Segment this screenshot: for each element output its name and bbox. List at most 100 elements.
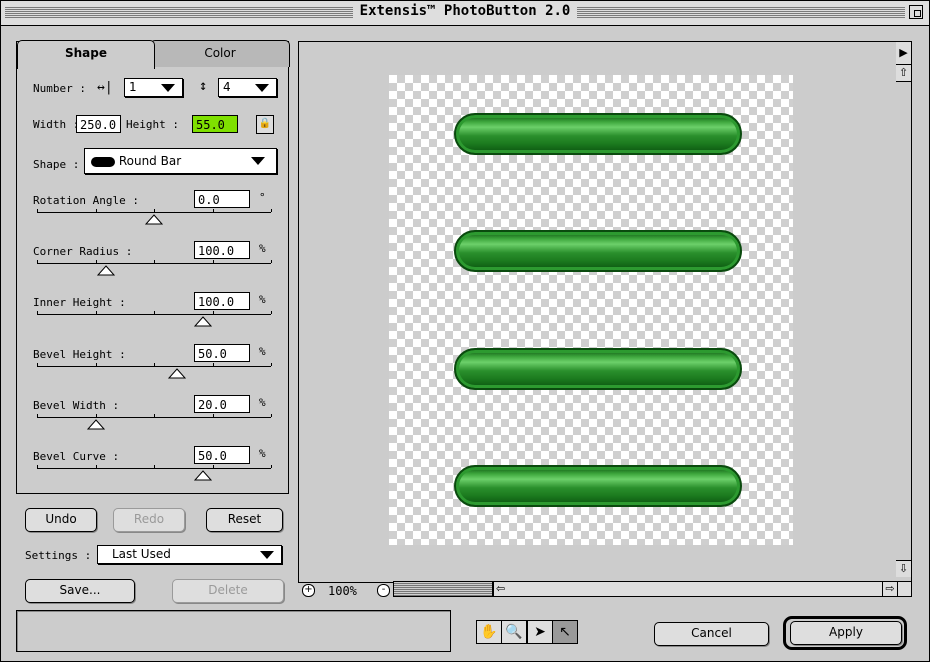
width-label: Width : — [33, 118, 80, 131]
move-icon[interactable]: ➤ — [527, 620, 553, 644]
slider-tick — [37, 260, 38, 263]
slider-tick — [271, 363, 272, 366]
param-value-field[interactable]: 0.0 — [194, 190, 250, 208]
param-unit: ° — [259, 191, 266, 204]
apply-button[interactable]: Apply — [790, 621, 902, 645]
zoom-scroll-thumb[interactable] — [393, 581, 493, 597]
shape-popup[interactable]: Round Bar — [84, 148, 277, 174]
reset-button[interactable]: Reset — [206, 508, 283, 532]
slider-tick — [213, 260, 214, 263]
status-box — [16, 610, 451, 652]
arrow-pointer-icon[interactable]: ↖ — [552, 620, 578, 644]
horizontal-scrollbar[interactable]: ⇦ — [493, 581, 883, 597]
save-button[interactable]: Save... — [25, 579, 135, 603]
preview-button-1 — [454, 113, 742, 155]
chevron-down-icon — [161, 84, 175, 92]
delete-button[interactable]: Delete — [172, 579, 284, 603]
scroll-left-arrow-icon[interactable]: ⇦ — [496, 582, 505, 595]
vertical-count-value: 4 — [223, 80, 231, 94]
param-unit: % — [259, 345, 266, 358]
settings-popup[interactable]: Last Used — [97, 545, 282, 564]
horizontal-count-popup[interactable]: 1 — [124, 78, 183, 97]
param-unit: % — [259, 396, 266, 409]
slider-thumb-icon[interactable] — [167, 368, 187, 382]
slider-tick — [213, 209, 214, 212]
zoom-out-icon[interactable]: - — [377, 584, 390, 597]
slider-tick — [154, 260, 155, 263]
slider-tick — [271, 311, 272, 314]
slider-tick — [37, 363, 38, 366]
chevron-down-icon — [255, 84, 269, 92]
slider-track[interactable] — [37, 468, 271, 469]
vertical-count-popup[interactable]: 4 — [218, 78, 277, 97]
tab-color-label: Color — [204, 46, 236, 60]
slider-tick — [213, 311, 214, 314]
zoom-in-icon[interactable]: + — [302, 584, 315, 597]
shape-value: Round Bar — [118, 154, 182, 168]
width-field[interactable]: 250.0 — [76, 115, 121, 133]
slider-thumb-icon[interactable] — [96, 265, 116, 279]
slider-thumb-icon[interactable] — [144, 214, 164, 228]
slider-track[interactable] — [37, 366, 271, 367]
number-label: Number : — [33, 82, 86, 95]
cancel-button[interactable]: Cancel — [654, 622, 769, 646]
title-bar[interactable]: Extensis™ PhotoButton 2.0 — [1, 1, 929, 26]
param-unit: % — [259, 293, 266, 306]
param-unit: % — [259, 447, 266, 460]
zoom-level: 100% — [328, 584, 357, 598]
preview-button-3 — [454, 348, 742, 390]
shape-label: Shape : — [33, 158, 80, 171]
slider-tick — [37, 311, 38, 314]
tab-shape-label: Shape — [64, 46, 107, 60]
slider-track[interactable] — [37, 263, 271, 264]
param-value-field[interactable]: 20.0 — [194, 395, 250, 413]
vertical-count-icon: ↕ — [199, 78, 208, 94]
param-value-field[interactable]: 100.0 — [194, 292, 250, 310]
vertical-scrollbar[interactable]: ▶ ⇧ ⇩ — [896, 41, 912, 583]
settings-label: Settings : — [25, 549, 92, 562]
preview-button-2 — [454, 230, 742, 272]
slider-tick — [154, 363, 155, 366]
horizontal-count-icon: ↔| — [97, 80, 113, 95]
param-label: Inner Height : — [33, 296, 126, 309]
param-label: Bevel Width : — [33, 399, 120, 412]
slider-tick — [154, 414, 155, 417]
param-label: Bevel Height : — [33, 348, 126, 361]
play-triangle-icon[interactable]: ▶ — [896, 42, 911, 65]
resize-corner-icon[interactable] — [897, 581, 912, 597]
slider-thumb-icon[interactable] — [193, 316, 213, 330]
hand-icon[interactable]: ✋ — [476, 620, 502, 644]
round-bar-icon — [91, 156, 115, 167]
scroll-down-arrow-icon[interactable]: ⇩ — [896, 560, 911, 577]
slider-track[interactable] — [37, 417, 271, 418]
horizontal-count-value: 1 — [129, 80, 137, 94]
slider-tick — [37, 209, 38, 212]
shape-panel — [16, 41, 289, 494]
slider-tick — [271, 414, 272, 417]
tab-color[interactable]: Color — [150, 40, 290, 67]
slider-thumb-icon[interactable] — [86, 419, 106, 433]
undo-button[interactable]: Undo — [25, 508, 97, 532]
scroll-up-arrow-icon[interactable]: ⇧ — [896, 65, 911, 82]
scroll-right-arrow-icon[interactable]: ⇨ — [882, 581, 898, 597]
param-label: Corner Radius : — [33, 245, 133, 258]
slider-track[interactable] — [37, 314, 271, 315]
redo-button[interactable]: Redo — [113, 508, 185, 532]
param-unit: % — [259, 242, 266, 255]
magnifier-icon[interactable]: 🔍 — [501, 620, 527, 644]
lock-icon[interactable]: 🔒 — [256, 115, 274, 134]
slider-tick — [96, 465, 97, 468]
tab-shape[interactable]: Shape — [17, 40, 155, 69]
zoom-box-icon[interactable] — [909, 5, 923, 19]
slider-tick — [37, 465, 38, 468]
window-title: Extensis™ PhotoButton 2.0 — [352, 3, 578, 19]
slider-track[interactable] — [37, 212, 271, 213]
param-label: Rotation Angle : — [33, 194, 139, 207]
height-label: Height : — [126, 118, 179, 131]
param-value-field[interactable]: 100.0 — [194, 241, 250, 259]
param-value-field[interactable]: 50.0 — [194, 446, 250, 464]
param-value-field[interactable]: 50.0 — [194, 344, 250, 362]
height-field[interactable]: 55.0 — [192, 115, 238, 133]
slider-thumb-icon[interactable] — [193, 470, 213, 484]
slider-tick — [271, 260, 272, 263]
